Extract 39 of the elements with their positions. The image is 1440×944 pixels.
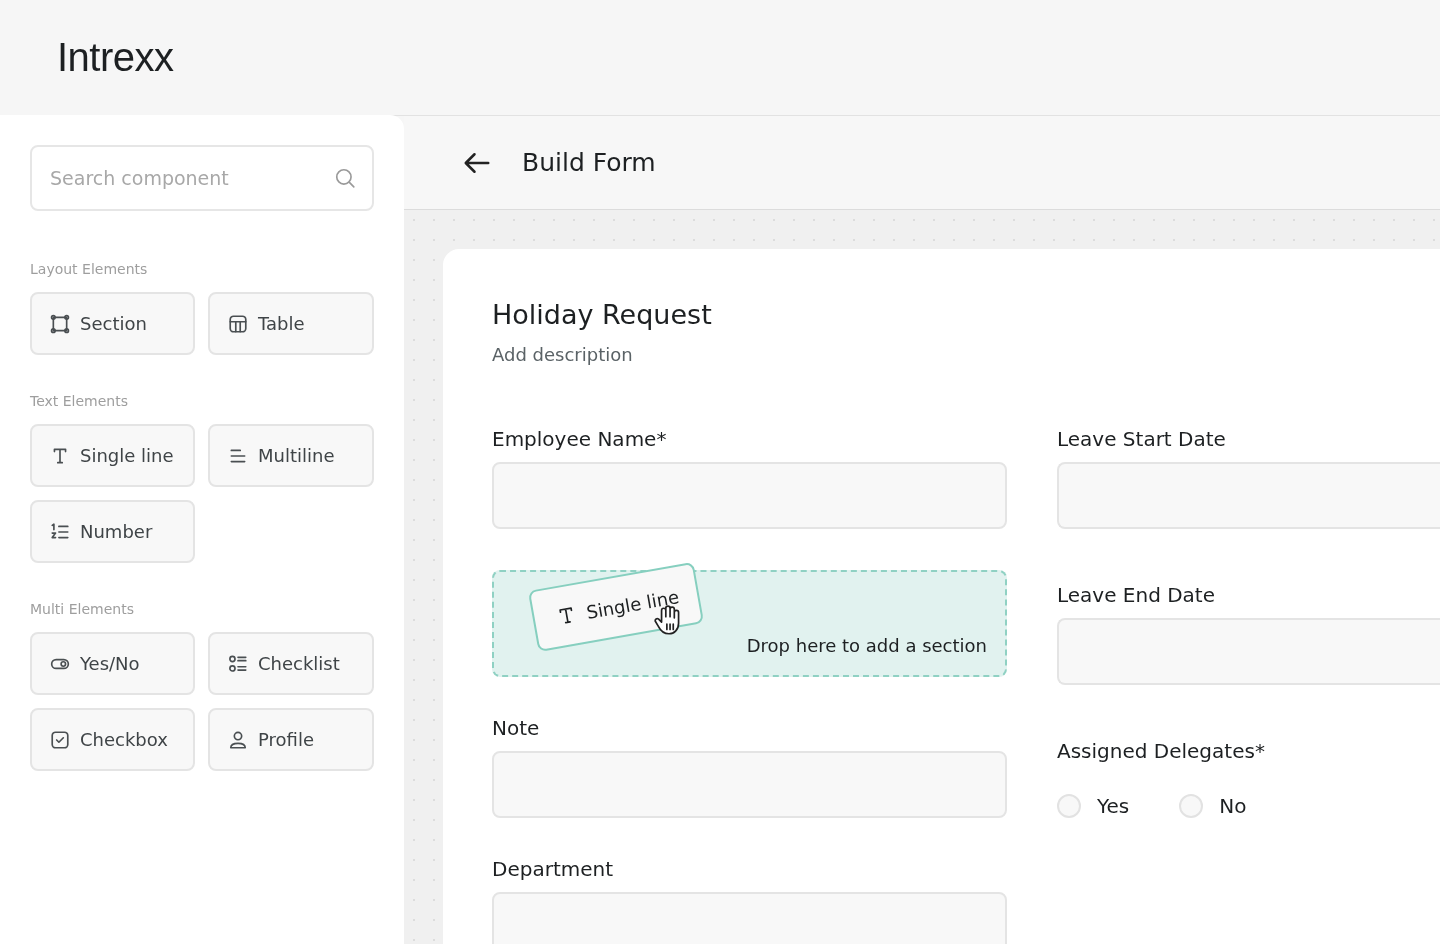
field-label: Leave Start Date	[1057, 427, 1227, 451]
radio-label: No	[1219, 794, 1247, 818]
table-icon	[228, 313, 248, 334]
component-button[interactable]: Single line	[30, 424, 195, 487]
page-title: Build Form	[522, 148, 656, 177]
radio-button[interactable]	[1057, 794, 1081, 818]
checklist-icon	[228, 653, 248, 674]
input-field[interactable]	[1057, 462, 1440, 529]
component-button[interactable]: Checklist	[208, 632, 374, 695]
search-field[interactable]: Search component	[30, 145, 374, 211]
section-heading: Text Elements	[30, 393, 130, 409]
input-field[interactable]	[492, 751, 1007, 818]
component-button[interactable]: Section	[30, 292, 195, 355]
field-label: Leave End Date	[1057, 583, 1217, 607]
field-label: Assigned Delegates*	[1057, 739, 1266, 763]
logo: Intrexx	[57, 35, 174, 80]
search-icon	[334, 167, 356, 189]
radio-label: Yes	[1097, 794, 1130, 818]
component-button[interactable]: Profile	[208, 708, 374, 771]
form-title: Holiday Request	[492, 299, 713, 330]
component-button[interactable]: Number	[30, 500, 195, 563]
drop-hint: Drop here to add a section	[746, 635, 987, 656]
section-heading: Layout Elements	[30, 261, 149, 277]
person-icon	[228, 729, 248, 750]
component-button[interactable]: Yes/No	[30, 632, 195, 695]
input-field[interactable]	[492, 892, 1007, 944]
component-button[interactable]: Checkbox	[30, 708, 195, 771]
section-heading: Multi Elements	[30, 601, 135, 617]
component-button[interactable]: Multiline	[208, 424, 374, 487]
input-field[interactable]	[492, 462, 1007, 529]
description-link[interactable]: Add description	[492, 344, 633, 365]
input-field[interactable]	[1057, 618, 1440, 685]
square-frame-icon	[50, 313, 70, 334]
field-label: Employee Name*	[492, 427, 668, 451]
field-label: Department	[492, 857, 615, 881]
radio-button[interactable]	[1179, 794, 1204, 818]
component-button[interactable]: Table	[208, 292, 374, 355]
checkbox-icon	[50, 729, 70, 750]
field-label: Note	[492, 716, 541, 740]
